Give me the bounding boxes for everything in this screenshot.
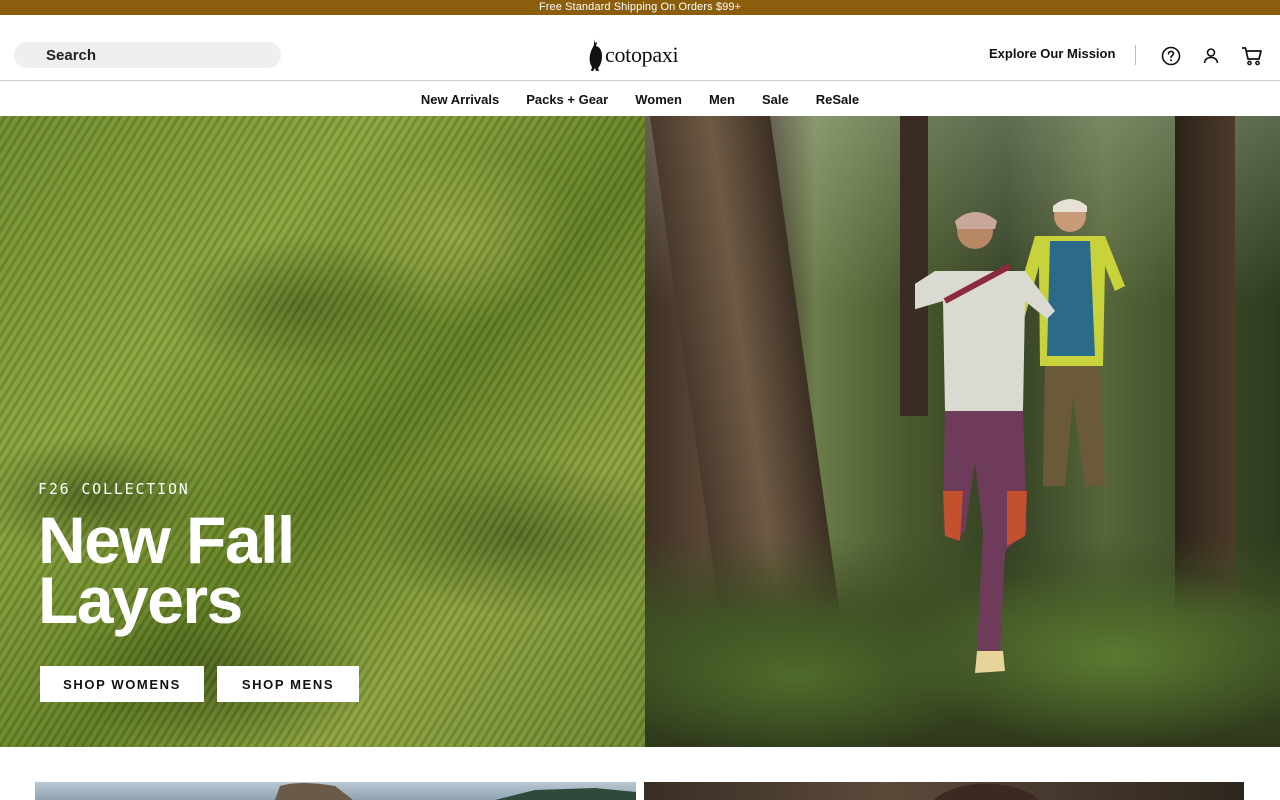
nav-item-new-arrivals[interactable]: New Arrivals (407, 92, 512, 107)
hero-headline-line1: New Fall (38, 503, 295, 577)
site-header: Search cotopaxi Explore Our Mission (0, 15, 1280, 81)
nav-item-men[interactable]: Men (695, 92, 748, 107)
hero-blurred-foliage-image (0, 116, 645, 747)
shop-womens-button[interactable]: SHOP WOMENS (40, 666, 204, 702)
hero-copy: F26 COLLECTION New Fall Layers (38, 480, 295, 637)
explore-mission-link[interactable]: Explore Our Mission (989, 46, 1115, 61)
promo-banner: Free Standard Shipping On Orders $99+ (0, 0, 1280, 15)
hero-banner: F26 COLLECTION New Fall Layers SHOP WOME… (0, 116, 1280, 747)
logo-wordmark: cotopaxi (605, 42, 679, 67)
search-input[interactable]: Search (14, 42, 281, 68)
promo-tile-right-image[interactable] (644, 782, 1244, 800)
hero-headline-line2: Layers (38, 563, 243, 637)
shop-womens-label: SHOP WOMENS (63, 676, 181, 692)
nav-item-resale[interactable]: ReSale (802, 92, 872, 107)
shop-mens-label: SHOP MENS (241, 676, 335, 692)
llama-logo-icon (589, 39, 602, 71)
help-icon[interactable] (1160, 45, 1182, 67)
hero-eyebrow: F26 COLLECTION (38, 480, 190, 498)
main-nav: New Arrivals Packs + Gear Women Men Sale… (0, 82, 1280, 116)
cart-icon[interactable] (1241, 45, 1263, 67)
hiker-woman-figure (915, 212, 1055, 673)
nav-item-women[interactable]: Women (622, 92, 696, 107)
hero-forest-hikers-image (645, 116, 1280, 747)
promo-tile-left-image[interactable] (35, 782, 636, 800)
nav-item-sale[interactable]: Sale (748, 92, 802, 107)
promo-text: Free Standard Shipping On Orders $99+ (538, 1, 742, 13)
shop-mens-button[interactable]: SHOP MENS (217, 666, 359, 702)
logo[interactable]: cotopaxi (588, 37, 679, 73)
hero-headline: New Fall Layers (38, 503, 295, 637)
header-divider (1135, 45, 1136, 65)
search-label: Search (46, 46, 97, 64)
account-icon[interactable] (1200, 45, 1222, 67)
nav-item-packs-gear[interactable]: Packs + Gear (513, 92, 622, 107)
